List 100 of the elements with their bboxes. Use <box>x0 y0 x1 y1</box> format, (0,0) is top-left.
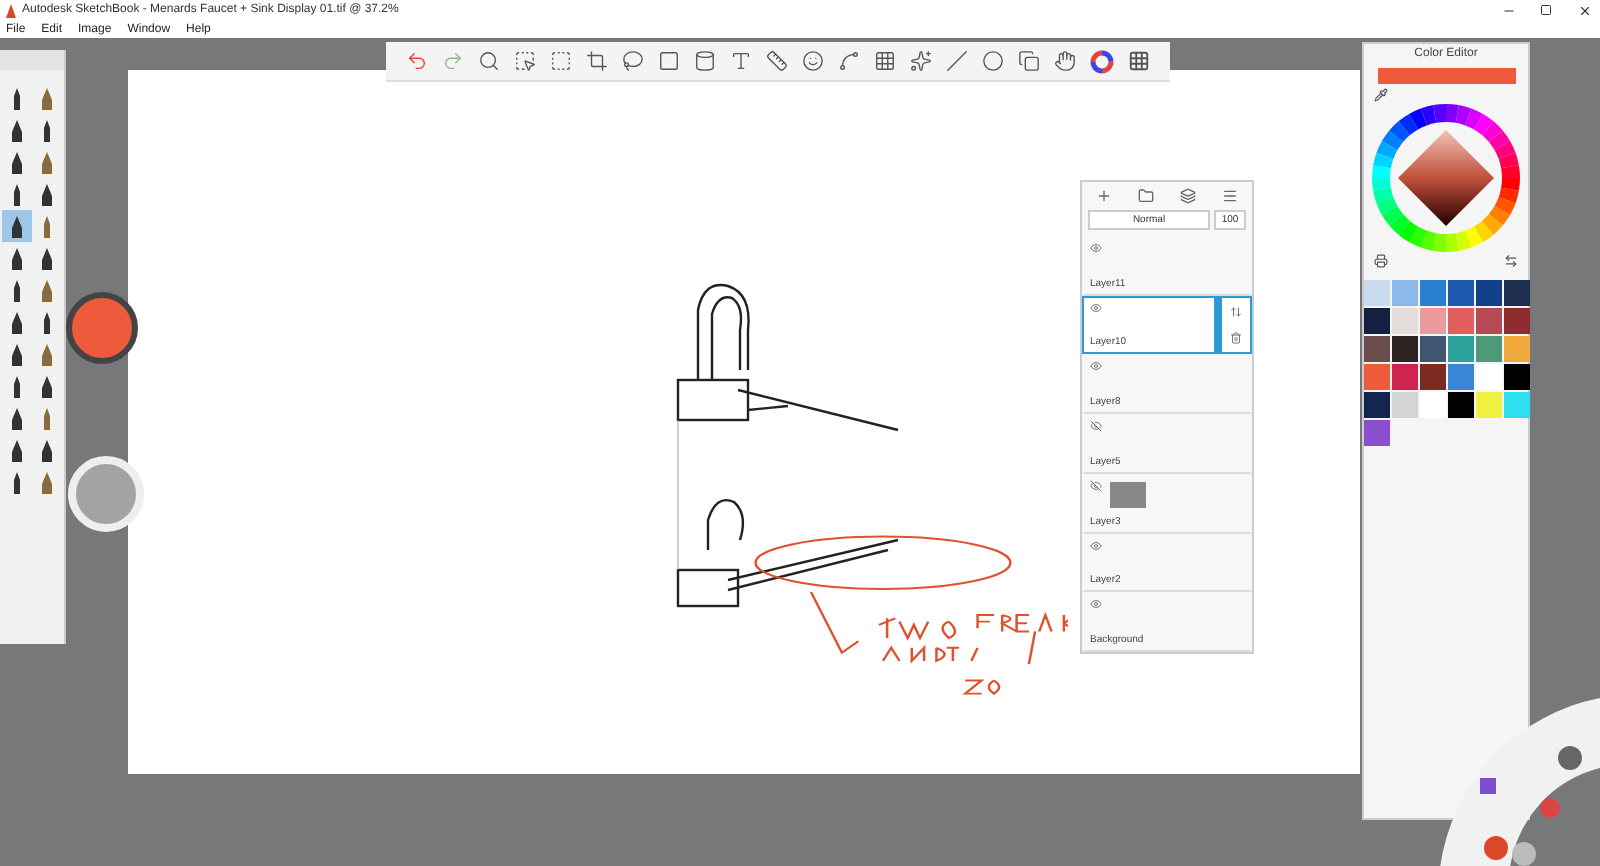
color-swatch[interactable] <box>1419 336 1445 362</box>
trash-icon[interactable] <box>1230 332 1242 345</box>
line-icon[interactable] <box>946 50 969 72</box>
color-swatch[interactable] <box>1475 280 1501 306</box>
undo-icon[interactable] <box>405 50 428 72</box>
hidden-eye-icon[interactable] <box>1090 420 1102 433</box>
brush-icon <box>10 343 24 365</box>
text-icon[interactable] <box>729 50 752 72</box>
select-icon[interactable] <box>513 50 536 72</box>
layer-thumbnail <box>1110 481 1146 508</box>
copy-icon[interactable] <box>1018 50 1041 72</box>
brush-icon <box>10 439 24 461</box>
brush-icon <box>40 311 54 333</box>
color-swatch[interactable] <box>1447 364 1473 390</box>
brush-icon <box>40 183 54 205</box>
color-swatch[interactable] <box>1503 392 1529 418</box>
hidden-eye-icon[interactable] <box>1090 479 1102 492</box>
circle-icon[interactable] <box>982 50 1005 72</box>
ruler-icon[interactable] <box>765 50 788 72</box>
color-swatch[interactable] <box>1363 364 1389 390</box>
brush-icon <box>10 119 24 141</box>
eye-icon[interactable] <box>1090 241 1102 254</box>
color-swatch[interactable] <box>1391 280 1417 306</box>
folder-icon[interactable] <box>1137 187 1154 204</box>
color-swatch[interactable] <box>1475 364 1501 390</box>
sparkle-icon[interactable] <box>910 50 933 72</box>
cylinder-icon[interactable] <box>693 50 716 72</box>
brush-icon <box>40 215 54 237</box>
app-logo-icon <box>6 3 16 17</box>
swap-icon[interactable] <box>1504 254 1518 268</box>
color-swatch[interactable] <box>1391 364 1417 390</box>
brush-icon <box>10 279 24 301</box>
reorder-icon[interactable] <box>1230 305 1242 318</box>
palette-header <box>0 50 64 70</box>
color-swatch[interactable] <box>1391 308 1417 334</box>
crop-icon[interactable] <box>585 50 608 72</box>
brush-icon <box>10 151 24 173</box>
color-swatch[interactable] <box>1503 280 1529 306</box>
grid-icon[interactable] <box>1128 50 1151 72</box>
eye-icon[interactable] <box>1090 598 1102 611</box>
brush-icon <box>40 247 54 269</box>
brush-icon <box>40 439 54 461</box>
layers-icon[interactable] <box>1180 187 1197 204</box>
color-swatch[interactable] <box>1391 336 1417 362</box>
hand-icon[interactable] <box>1054 50 1077 72</box>
brush-icon <box>10 183 24 205</box>
brush-icon <box>10 247 24 269</box>
brush-icon <box>10 471 24 493</box>
brush-icon <box>40 279 54 301</box>
color-swatch[interactable] <box>1363 420 1389 446</box>
brush-icon <box>10 407 24 429</box>
color-swatch[interactable] <box>1447 280 1473 306</box>
brush-icon <box>40 87 54 109</box>
brush-icon <box>40 471 54 493</box>
color-swatch[interactable] <box>1447 392 1473 418</box>
color-swatch[interactable] <box>1363 336 1389 362</box>
curve-icon[interactable] <box>838 50 861 72</box>
color-swatch[interactable] <box>1419 364 1445 390</box>
brush-tool[interactable] <box>2 210 32 242</box>
close-icon[interactable] <box>1577 3 1591 17</box>
maximize-icon[interactable] <box>1540 4 1552 16</box>
eyedropper-icon[interactable] <box>1374 88 1388 102</box>
brush-icon <box>40 151 54 173</box>
color-swatch[interactable] <box>1475 336 1501 362</box>
brush-size-puck[interactable] <box>68 456 144 532</box>
brush-icon <box>10 375 24 397</box>
add-icon[interactable] <box>1095 187 1112 204</box>
zoom-icon[interactable] <box>477 50 500 72</box>
brush-icon <box>40 343 54 365</box>
brush-icon <box>40 407 54 429</box>
grid-icon[interactable] <box>874 50 897 72</box>
square-icon[interactable] <box>657 50 680 72</box>
eye-icon[interactable] <box>1090 360 1102 373</box>
eye-icon[interactable] <box>1090 539 1102 552</box>
brush-icon <box>10 87 24 109</box>
color-swatch[interactable] <box>1419 308 1445 334</box>
color-swatch[interactable] <box>1363 392 1389 418</box>
color-wheel-drawing[interactable] <box>1370 102 1522 254</box>
color-swatch[interactable] <box>1503 308 1529 334</box>
brush-icon <box>10 311 24 333</box>
color-swatch[interactable] <box>1363 308 1389 334</box>
color-wheel-icon[interactable] <box>1090 49 1115 73</box>
face-icon[interactable] <box>802 50 825 72</box>
lasso-icon[interactable] <box>621 50 644 72</box>
color-swatch[interactable] <box>1447 308 1473 334</box>
color-swatch[interactable] <box>1419 392 1445 418</box>
color-swatch[interactable] <box>1475 392 1501 418</box>
menu-icon[interactable] <box>1222 187 1239 204</box>
eye-icon[interactable] <box>1090 301 1102 314</box>
color-swatch[interactable] <box>1503 364 1529 390</box>
brush-icon <box>10 215 24 237</box>
color-swatch[interactable] <box>1363 280 1389 306</box>
dashed-square-icon[interactable] <box>549 50 572 72</box>
color-puck[interactable] <box>66 292 138 364</box>
color-swatch[interactable] <box>1391 392 1417 418</box>
printer-icon[interactable] <box>1374 254 1388 268</box>
color-swatch[interactable] <box>1503 336 1529 362</box>
color-swatch[interactable] <box>1419 280 1445 306</box>
color-swatch[interactable] <box>1447 336 1473 362</box>
color-swatch[interactable] <box>1475 308 1501 334</box>
